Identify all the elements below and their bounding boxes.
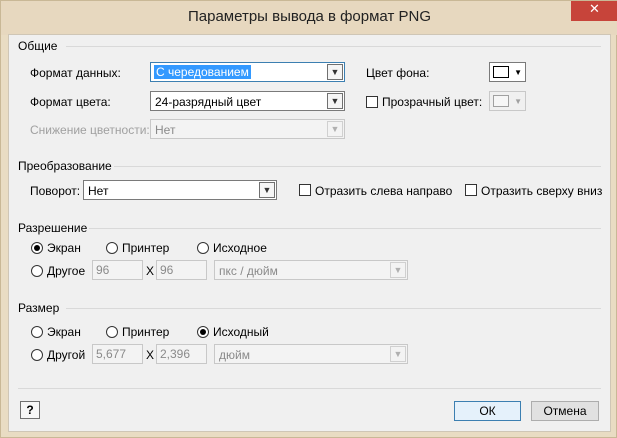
size-screen-label: Экран	[47, 325, 81, 339]
size-source-label: Исходный	[213, 325, 269, 339]
color-reduction-label: Снижение цветности:	[30, 123, 150, 137]
resolution-screen-radio[interactable]	[31, 242, 43, 254]
chevron-down-icon[interactable]: ▼	[327, 64, 343, 80]
resolution-source-radio[interactable]	[197, 242, 209, 254]
chevron-down-icon[interactable]: ▼	[327, 93, 343, 109]
resolution-source-label: Исходное	[213, 241, 267, 255]
separator	[114, 166, 601, 167]
group-title-size: Размер	[18, 301, 60, 315]
chevron-down-icon[interactable]: ▼	[390, 262, 406, 278]
rotation-value: Нет	[88, 184, 109, 198]
resolution-y-input[interactable]: 96	[156, 260, 207, 280]
group-title-transform: Преобразование	[18, 159, 112, 173]
size-screen-radio[interactable]	[31, 326, 43, 338]
size-other-label: Другой	[47, 348, 86, 362]
separator	[66, 46, 601, 47]
chevron-down-icon[interactable]: ▼	[390, 346, 406, 362]
resolution-printer-label: Принтер	[122, 241, 170, 255]
dialog-body: Общие Формат данных: С чередованием ▼ Цв…	[8, 34, 611, 432]
transparent-color-checkbox[interactable]	[366, 96, 378, 108]
help-icon: ?	[26, 403, 34, 417]
footer-separator	[18, 388, 601, 389]
ok-button[interactable]: ОК	[454, 401, 521, 421]
help-button[interactable]: ?	[20, 401, 40, 419]
resolution-printer-radio[interactable]	[106, 242, 118, 254]
resolution-unit-select[interactable]: пкс / дюйм ▼	[214, 260, 408, 280]
size-width-input[interactable]: 5,677	[92, 344, 143, 364]
color-swatch	[493, 95, 509, 107]
dialog-window: Параметры вывода в формат PNG ✕ Общие Фо…	[0, 0, 617, 438]
size-printer-label: Принтер	[122, 325, 170, 339]
chevron-down-icon: ▼	[514, 97, 522, 106]
transparent-color-label: Прозрачный цвет:	[382, 95, 483, 109]
close-icon: ✕	[589, 2, 600, 17]
resolution-other-radio[interactable]	[31, 265, 43, 277]
separator	[66, 308, 601, 309]
chevron-down-icon[interactable]: ▼	[327, 121, 343, 137]
separator	[89, 228, 601, 229]
flip-vertical-checkbox[interactable]	[465, 184, 477, 196]
bg-color-picker[interactable]: ▼	[489, 62, 526, 82]
dialog-title: Параметры вывода в формат PNG	[188, 8, 431, 25]
size-height-input[interactable]: 2,396	[156, 344, 207, 364]
flip-vertical-label: Отразить сверху вниз	[481, 184, 603, 198]
flip-horizontal-label: Отразить слева направо	[315, 184, 453, 198]
flip-horizontal-checkbox[interactable]	[299, 184, 311, 196]
resolution-other-label: Другое	[47, 264, 86, 278]
size-unit-select[interactable]: дюйм ▼	[214, 344, 408, 364]
size-unit-value: дюйм	[219, 348, 250, 362]
transparent-color-picker[interactable]: ▼	[489, 91, 526, 111]
color-reduction-value: Нет	[155, 123, 176, 137]
color-swatch	[493, 66, 509, 78]
data-format-select[interactable]: С чередованием ▼	[150, 62, 345, 82]
bg-color-label: Цвет фона:	[366, 66, 430, 80]
size-x-separator: X	[146, 348, 155, 362]
group-title-resolution: Разрешение	[18, 221, 88, 235]
color-format-select[interactable]: 24-разрядный цвет ▼	[150, 91, 345, 111]
size-source-radio[interactable]	[197, 326, 209, 338]
chevron-down-icon: ▼	[514, 68, 522, 77]
rotation-label: Поворот:	[30, 184, 81, 198]
color-reduction-select[interactable]: Нет ▼	[150, 119, 345, 139]
title-bar: Параметры вывода в формат PNG ✕	[1, 1, 617, 35]
cancel-button[interactable]: Отмена	[531, 401, 599, 421]
resolution-x-separator: X	[146, 264, 155, 278]
chevron-down-icon[interactable]: ▼	[259, 182, 275, 198]
color-format-value: 24-разрядный цвет	[155, 95, 262, 109]
group-title-general: Общие	[18, 39, 58, 53]
resolution-screen-label: Экран	[47, 241, 81, 255]
resolution-unit-value: пкс / дюйм	[219, 264, 278, 278]
size-printer-radio[interactable]	[106, 326, 118, 338]
size-other-radio[interactable]	[31, 349, 43, 361]
data-format-value: С чередованием	[154, 65, 251, 79]
resolution-x-input[interactable]: 96	[92, 260, 143, 280]
data-format-label: Формат данных:	[30, 66, 121, 80]
close-button[interactable]: ✕	[571, 1, 617, 21]
color-format-label: Формат цвета:	[30, 95, 111, 109]
rotation-select[interactable]: Нет ▼	[83, 180, 277, 200]
